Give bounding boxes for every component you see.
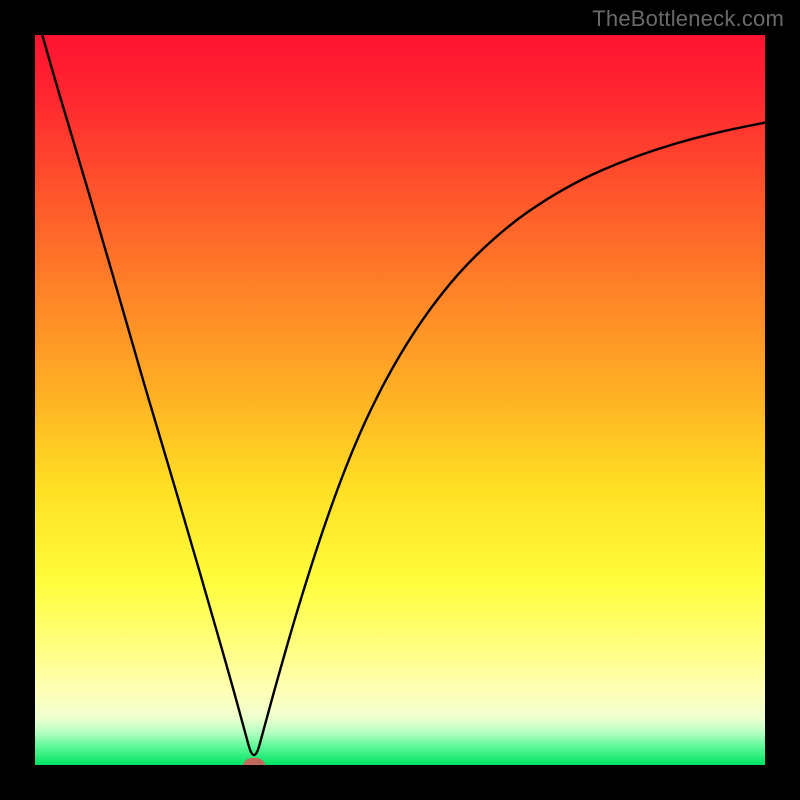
plot-area [35,35,765,765]
watermark-text: TheBottleneck.com [592,6,784,32]
chart-frame: TheBottleneck.com [0,0,800,800]
gradient-background [35,35,765,765]
optimal-marker [243,758,265,765]
